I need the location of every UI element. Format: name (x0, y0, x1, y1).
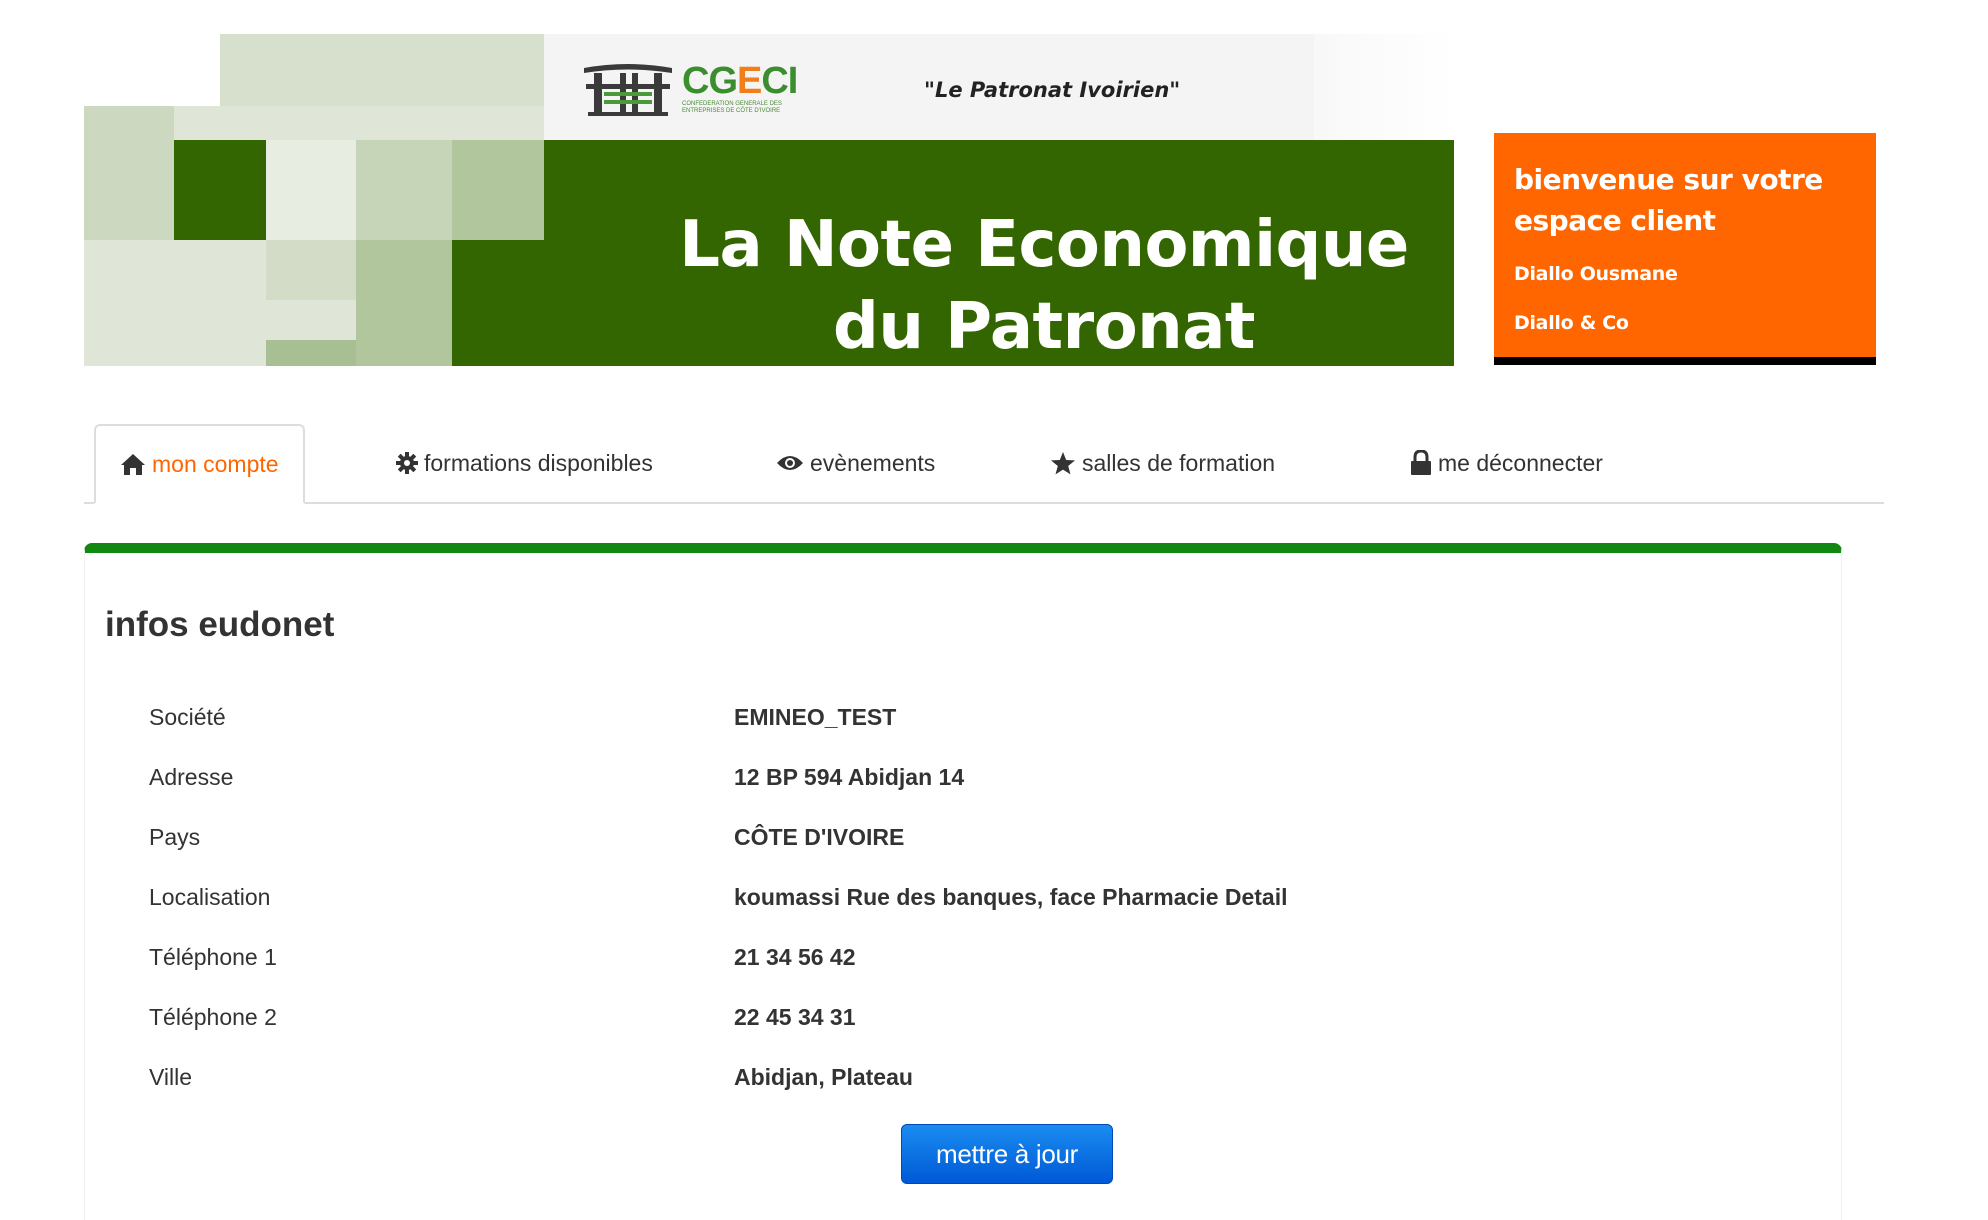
nav-tabs: mon compte formations disponibles evènem… (84, 424, 1884, 504)
tab-label: mon compte (152, 450, 279, 477)
logo-word-part: CG (682, 60, 738, 102)
banner-tile (356, 140, 452, 240)
info-row-pays: Pays CÔTE D'IVOIRE (149, 824, 1749, 864)
tab-label: formations disponibles (424, 449, 653, 476)
tab-mon-compte[interactable]: mon compte (94, 424, 305, 504)
info-value: 22 45 34 31 (734, 1004, 856, 1030)
logo-subtext: CONFEDERATION GENERALE DES ENTREPRISES D… (682, 101, 782, 114)
info-row-ville: Ville Abidjan, Plateau (149, 1064, 1749, 1104)
banner-tile (220, 34, 544, 106)
info-label: Téléphone 2 (149, 1004, 277, 1030)
update-button[interactable]: mettre à jour (901, 1124, 1113, 1184)
info-label: Adresse (149, 764, 234, 790)
info-label: Pays (149, 824, 201, 850)
info-label: Société (149, 704, 226, 730)
tab-evenements[interactable]: evènements (776, 424, 935, 502)
tab-label: evènements (810, 449, 936, 476)
info-label: Ville (149, 1064, 193, 1090)
info-row-localisation: Localisation koumassi Rue des banques, f… (149, 884, 1749, 924)
banner-tile (356, 240, 452, 366)
welcome-title: bienvenue sur votre espace client (1514, 163, 1823, 237)
banner-tagline: "Le Patronat Ivoirien" (924, 78, 1181, 102)
info-value: EMINEO_TEST (734, 704, 897, 730)
logo-word-accent: E (737, 60, 762, 102)
info-row-societe: Société EMINEO_TEST (149, 704, 1749, 744)
header-banner: CGECI CONFEDERATION GENERALE DES ENTREPR… (84, 34, 1454, 366)
gear-icon (396, 452, 418, 474)
cgeci-wordmark: CGECI CONFEDERATION GENERALE DES ENTREPR… (682, 61, 802, 115)
info-value: koumassi Rue des banques, face Pharmacie… (734, 884, 1288, 910)
banner-tile (174, 140, 266, 240)
eye-icon (777, 456, 803, 470)
banner-tile (84, 106, 174, 240)
banner-tile (266, 340, 356, 366)
banner-title: La Note Economique du Patronat (604, 204, 1454, 366)
banner-top-fade (1314, 34, 1454, 140)
tab-me-deconnecter[interactable]: me déconnecter (1410, 424, 1603, 502)
welcome-box: bienvenue sur votre espace client Diallo… (1494, 133, 1876, 365)
banner-tile (452, 140, 544, 240)
banner-tile (452, 240, 544, 366)
tab-label: salles de formation (1082, 449, 1276, 476)
welcome-company: Diallo & Co (1514, 312, 1629, 334)
tab-formations-disponibles[interactable]: formations disponibles (396, 424, 653, 502)
lock-icon (1411, 450, 1431, 475)
cgeci-logo: CGECI CONFEDERATION GENERALE DES ENTREPR… (580, 56, 820, 120)
cgeci-emblem-icon (580, 58, 676, 118)
info-value: CÔTE D'IVOIRE (734, 824, 905, 850)
info-row-telephone-2: Téléphone 2 22 45 34 31 (149, 1004, 1749, 1044)
infos-panel: infos eudonet Société EMINEO_TEST Adress… (84, 543, 1842, 1220)
info-label: Téléphone 1 (149, 944, 277, 970)
info-value: Abidjan, Plateau (734, 1064, 913, 1090)
star-icon (1051, 452, 1075, 475)
logo-word-end: CI (761, 60, 798, 102)
info-value: 12 BP 594 Abidjan 14 (734, 764, 965, 790)
tab-salles-de-formation[interactable]: salles de formation (1050, 424, 1275, 502)
tab-label: me déconnecter (1438, 449, 1603, 476)
banner-tile (266, 140, 356, 240)
info-value: 21 34 56 42 (734, 944, 856, 970)
banner-title-line2: du Patronat (833, 290, 1256, 364)
info-label: Localisation (149, 884, 271, 910)
home-icon (121, 454, 145, 475)
welcome-user-name: Diallo Ousmane (1514, 263, 1678, 285)
info-row-adresse: Adresse 12 BP 594 Abidjan 14 (149, 764, 1749, 804)
panel-title: infos eudonet (105, 605, 335, 644)
banner-tile (266, 240, 356, 300)
banner-title-line1: La Note Economique (679, 208, 1409, 282)
info-row-telephone-1: Téléphone 1 21 34 56 42 (149, 944, 1749, 984)
